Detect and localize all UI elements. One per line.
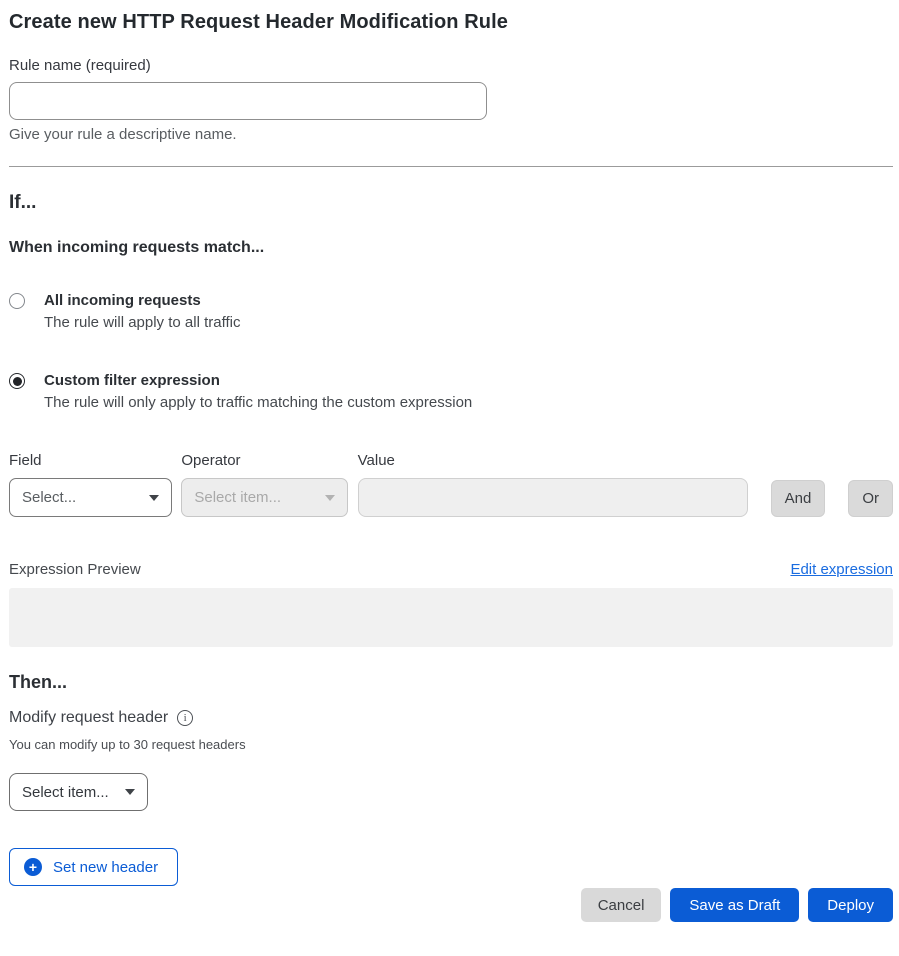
value-column: Value: [358, 452, 748, 517]
rule-name-help: Give your rule a descriptive name.: [9, 126, 893, 144]
radio-custom-filter-label: Custom filter expression: [44, 372, 472, 390]
save-as-draft-button[interactable]: Save as Draft: [670, 888, 799, 922]
modify-header-help: You can modify up to 30 request headers: [9, 737, 893, 753]
expression-preview-box: [9, 588, 893, 647]
field-select-value: Select...: [22, 489, 76, 506]
rule-name-label: Rule name (required): [9, 57, 893, 75]
operator-label: Operator: [181, 452, 347, 469]
radio-all-incoming-texts: All incoming requests The rule will appl…: [44, 292, 240, 332]
if-heading: If...: [9, 191, 893, 214]
cancel-button[interactable]: Cancel: [581, 888, 662, 922]
modify-header-label: Modify request header: [9, 708, 168, 728]
edit-expression-link[interactable]: Edit expression: [790, 561, 893, 578]
info-icon[interactable]: i: [177, 710, 193, 726]
field-select[interactable]: Select...: [9, 478, 172, 517]
chevron-down-icon: [325, 495, 335, 501]
expression-builder-row: Field Select... Operator Select item... …: [9, 452, 893, 517]
header-item-select[interactable]: Select item...: [9, 773, 148, 811]
radio-custom-filter-texts: Custom filter expression The rule will o…: [44, 372, 472, 412]
then-heading: Then...: [9, 672, 893, 693]
radio-custom-filter-icon[interactable]: [9, 373, 25, 389]
set-new-header-label: Set new header: [53, 859, 158, 876]
operator-column: Operator Select item...: [181, 452, 347, 517]
radio-all-incoming-label: All incoming requests: [44, 292, 240, 310]
or-button[interactable]: Or: [848, 480, 893, 517]
set-new-header-button[interactable]: + Set new header: [9, 848, 178, 886]
radio-custom-filter-description: The rule will only apply to traffic matc…: [44, 394, 472, 412]
and-button[interactable]: And: [771, 480, 826, 517]
plus-icon: +: [24, 858, 42, 876]
chevron-down-icon: [149, 495, 159, 501]
value-label: Value: [358, 452, 748, 469]
radio-option-all-incoming[interactable]: All incoming requests The rule will appl…: [9, 292, 893, 332]
section-divider: [9, 166, 893, 167]
header-item-select-value: Select item...: [22, 784, 109, 801]
rule-name-input[interactable]: [9, 82, 487, 120]
field-label: Field: [9, 452, 172, 469]
create-rule-form: Create new HTTP Request Header Modificat…: [0, 0, 899, 942]
chevron-down-icon: [125, 789, 135, 795]
page-title: Create new HTTP Request Header Modificat…: [9, 10, 893, 35]
value-input: [358, 478, 748, 517]
radio-option-custom-filter[interactable]: Custom filter expression The rule will o…: [9, 372, 893, 412]
operator-select-value: Select item...: [194, 489, 281, 506]
expression-preview-label: Expression Preview: [9, 561, 141, 578]
footer-actions: Cancel Save as Draft Deploy: [9, 888, 893, 942]
field-column: Field Select...: [9, 452, 172, 517]
operator-select: Select item...: [181, 478, 347, 517]
radio-all-incoming-icon[interactable]: [9, 293, 25, 309]
radio-all-incoming-description: The rule will apply to all traffic: [44, 314, 240, 332]
when-subheading: When incoming requests match...: [9, 238, 893, 258]
modify-header-row: Modify request header i: [9, 708, 893, 728]
expression-preview-header: Expression Preview Edit expression: [9, 561, 893, 578]
deploy-button[interactable]: Deploy: [808, 888, 893, 922]
